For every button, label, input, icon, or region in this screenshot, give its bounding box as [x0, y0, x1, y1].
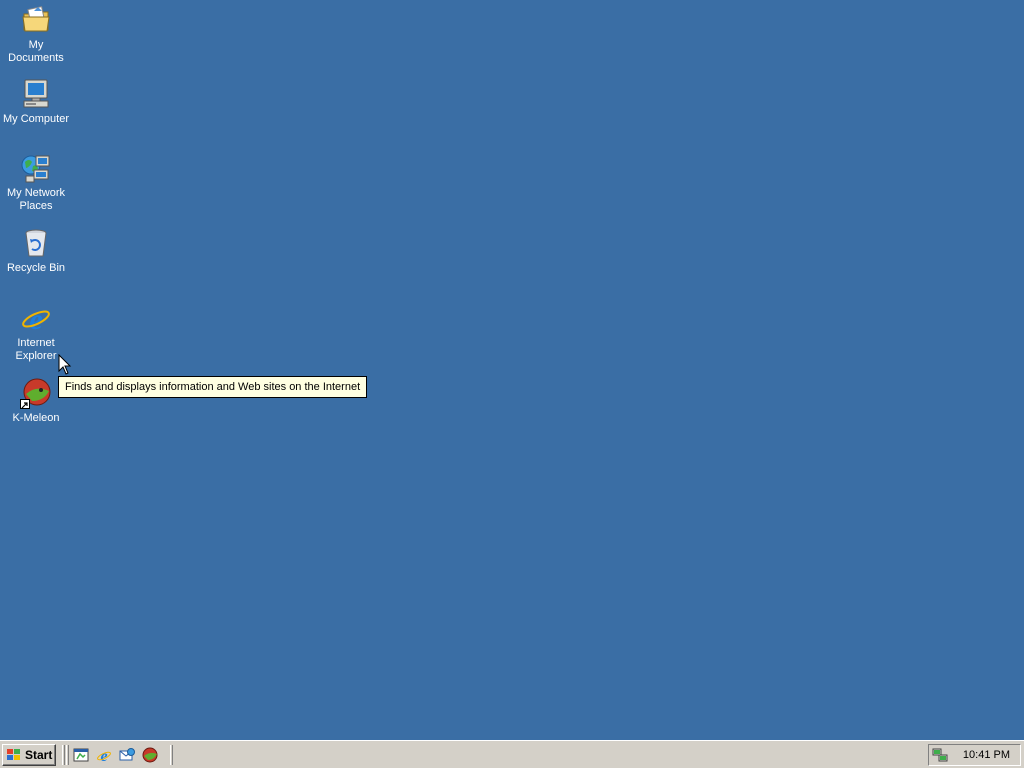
mouse-cursor-icon [58, 353, 72, 376]
desktop-icon-my-computer[interactable]: My Computer [0, 78, 72, 126]
desktop-icon-label: K-Meleon [12, 412, 60, 424]
start-label: Start [25, 748, 53, 762]
clock[interactable]: 10:41 PM [963, 745, 1010, 765]
k-meleon-icon[interactable] [142, 747, 158, 763]
my-documents-icon [20, 4, 52, 36]
my-network-places-icon [20, 152, 52, 184]
desktop[interactable]: My Documents My Computer My Network Plac… [0, 0, 1024, 740]
windows-logo-icon [6, 748, 22, 762]
desktop-icon-label: Recycle Bin [6, 262, 66, 274]
outlook-express-icon[interactable] [119, 747, 135, 763]
desktop-icon-label: My Computer [2, 113, 70, 125]
desktop-icon-label: My Documents [8, 39, 64, 64]
tooltip: Finds and displays information and Web s… [58, 376, 368, 398]
desktop-icon-my-documents[interactable]: My Documents [0, 4, 72, 65]
start-button[interactable]: Start [2, 744, 56, 766]
desktop-icon-label: My Network Places [6, 187, 66, 212]
recycle-bin-icon [20, 227, 52, 259]
svg-text:e: e [100, 748, 107, 763]
internet-explorer-icon[interactable]: e [96, 747, 112, 765]
my-computer-icon [20, 78, 52, 110]
system-tray: 10:41 PM [928, 744, 1021, 766]
show-desktop-icon[interactable] [73, 747, 89, 763]
shortcut-arrow-icon [20, 399, 30, 409]
network-connection-icon[interactable] [932, 747, 948, 763]
desktop-icon-recycle-bin[interactable]: Recycle Bin [0, 227, 72, 275]
desktop-icon-my-network-places[interactable]: My Network Places [0, 152, 72, 213]
quick-launch-grip[interactable] [66, 745, 69, 765]
taskbar-divider [62, 745, 65, 765]
quick-launch-end-grip[interactable] [170, 745, 173, 765]
k-meleon-icon [20, 377, 52, 409]
internet-explorer-icon: e [20, 302, 52, 336]
svg-text:e: e [29, 303, 42, 334]
taskbar: Start e 10:41 PM [0, 740, 1024, 768]
